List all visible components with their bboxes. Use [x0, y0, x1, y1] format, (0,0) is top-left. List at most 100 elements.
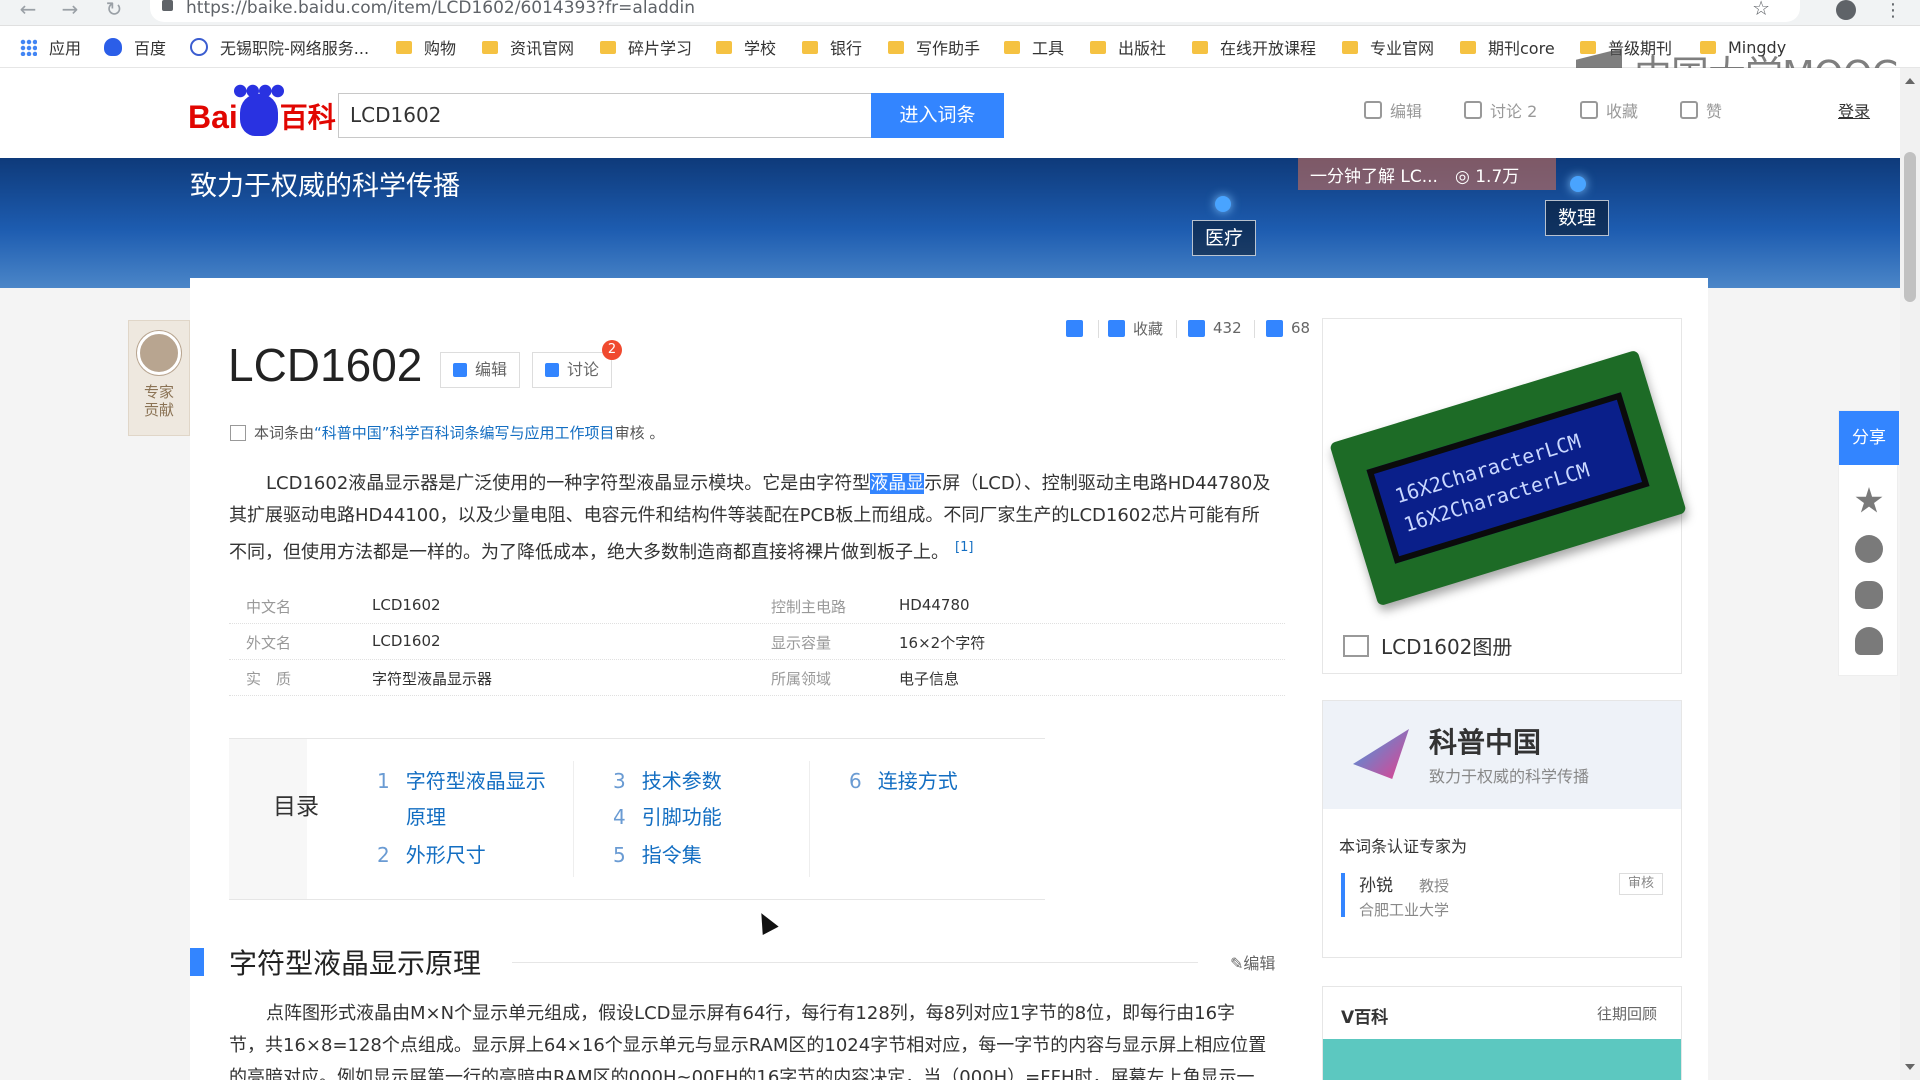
bookmark-wuxi[interactable]: 无锡职院-网络服务... — [190, 36, 369, 58]
bookmark-folder[interactable]: 工具 — [1004, 36, 1064, 58]
back-icon[interactable]: ← — [14, 0, 42, 22]
add-icon-button[interactable] — [1066, 316, 1091, 340]
scrollbar[interactable] — [1900, 68, 1920, 1080]
bookmark-star-icon[interactable]: ☆ — [1752, 0, 1770, 20]
folder-icon — [888, 40, 904, 54]
table-of-contents: 目录 1 字符型液晶显示 原理 2 外形尺寸 3 技术参数 4 引脚功能 5 指令集 6连… — [229, 738, 1045, 900]
bookmark-folder[interactable]: 写作助手 — [888, 36, 980, 58]
folder-icon — [1090, 40, 1106, 54]
toc-item[interactable]: 原理 — [406, 801, 446, 830]
folder-icon — [1192, 40, 1208, 54]
review-project-link[interactable]: “科普中国”科学百科词条编写与应用工作项目 — [314, 422, 615, 443]
wechat-icon[interactable] — [1855, 581, 1883, 609]
folder-icon — [396, 40, 412, 54]
header-favorite-button[interactable]: 收藏 — [1580, 98, 1638, 122]
comment-icon — [545, 363, 559, 377]
account-icon[interactable] — [1836, 0, 1856, 20]
folder-icon — [600, 40, 616, 54]
address-bar[interactable]: https://baike.baidu.com/item/LCD1602/601… — [150, 0, 1800, 22]
search-button[interactable]: 进入词条 — [871, 93, 1004, 138]
forward-icon[interactable]: → — [56, 0, 84, 22]
baike-header: Bai 百科 LCD1602 进入词条 编辑 讨论 2 收藏 赞 登录 — [0, 68, 1920, 158]
section-marker — [190, 948, 204, 976]
category-tag[interactable]: 医疗 — [1192, 220, 1257, 256]
star-icon — [1108, 319, 1125, 337]
bookmark-baidu[interactable]: 百度 — [104, 36, 166, 58]
scroll-thumb[interactable] — [1904, 152, 1916, 302]
bookmark-folder[interactable]: 出版社 — [1090, 36, 1166, 58]
search-input[interactable]: LCD1602 — [338, 93, 872, 138]
weibo-icon[interactable] — [1855, 535, 1883, 563]
divider — [1254, 320, 1255, 338]
login-link[interactable]: 登录 — [1838, 98, 1870, 122]
bookmark-folder[interactable]: 专业官网 — [1342, 36, 1434, 58]
folder-icon — [1342, 40, 1358, 54]
expert-name[interactable]: 孙锐 — [1359, 871, 1393, 896]
expert-icon — [137, 331, 181, 375]
baidu-paw-icon — [233, 84, 284, 136]
like-button[interactable]: 432 — [1188, 316, 1242, 340]
toc-item[interactable]: 2 外形尺寸 — [377, 839, 486, 868]
discuss-button[interactable]: 讨论 — [532, 352, 613, 388]
expert-badge-label: 专家 贡献 — [143, 383, 174, 419]
document-icon — [230, 424, 246, 441]
browser-menu-icon[interactable]: ⋮ — [1884, 0, 1902, 21]
bookmark-folder[interactable]: 购物 — [396, 36, 456, 58]
bookmark-folder[interactable]: 学校 — [716, 36, 776, 58]
toc-item[interactable]: 3 技术参数 — [613, 765, 722, 794]
baike-logo[interactable]: Bai 百科 — [188, 84, 336, 136]
apps-grid-icon — [20, 38, 37, 56]
info-row: 中文名 LCD1602 控制主电路 HD44780 — [229, 588, 1285, 624]
header-like-button[interactable]: 赞 — [1680, 98, 1722, 122]
toc-item[interactable]: 1 字符型液晶显示 — [377, 765, 546, 794]
folder-icon — [482, 40, 498, 54]
review-badge: 审核 — [1619, 873, 1663, 895]
toc-item[interactable]: 5 指令集 — [613, 839, 702, 868]
section-title: 字符型液晶显示原理 — [229, 947, 482, 980]
favorite-button[interactable]: 收藏 — [1108, 316, 1163, 340]
plus-icon — [1066, 319, 1083, 337]
vbaike-thumbnail[interactable] — [1323, 1039, 1681, 1080]
reload-icon[interactable]: ↻ — [100, 0, 128, 22]
scroll-up-icon[interactable] — [1905, 78, 1915, 84]
divider — [809, 761, 810, 877]
section-edit-button[interactable]: ✎编辑 — [1230, 950, 1275, 974]
eye-icon: ◎ — [1454, 167, 1470, 187]
edit-button[interactable]: 编辑 — [440, 352, 521, 388]
album-card[interactable]: 16X2CharacterLCM 16X2CharacterLCM LCD160… — [1322, 318, 1687, 674]
expert-contribution-badge[interactable]: 专家 贡献 — [128, 320, 190, 436]
star-icon — [1580, 101, 1598, 119]
bookmark-folder[interactable]: 期刊core — [1460, 36, 1555, 58]
toc-item[interactable]: 4 引脚功能 — [613, 801, 722, 830]
reference-link[interactable]: [1] — [955, 540, 973, 555]
kepu-logo-icon — [1353, 729, 1409, 779]
bookmark-folder[interactable]: 银行 — [802, 36, 862, 58]
qq-icon[interactable] — [1855, 627, 1883, 655]
folder-icon — [802, 40, 818, 54]
folder-icon — [1004, 40, 1020, 54]
album-caption[interactable]: LCD1602图册 — [1343, 631, 1512, 660]
bookmark-folder[interactable]: 在线开放课程 — [1192, 36, 1316, 58]
banner-video-tag[interactable]: 一分钟了解 LC... ◎ 1.7万 — [1298, 158, 1556, 190]
vbaike-more-link[interactable]: 往期回顾 — [1597, 1003, 1657, 1024]
bookmark-folder[interactable]: 碎片学习 — [600, 36, 692, 58]
bubble-dot — [1570, 176, 1586, 192]
review-note: 本词条由 “科普中国”科学百科词条编写与应用工作项目 审核 。 — [230, 422, 664, 443]
category-tag[interactable]: 数理 — [1545, 200, 1610, 236]
info-row: 实 质 字符型液晶显示器 所属领域 电子信息 — [229, 660, 1285, 696]
url-text[interactable]: https://baike.baidu.com/item/LCD1602/601… — [186, 0, 695, 18]
folder-icon — [716, 40, 732, 54]
header-edit-button[interactable]: 编辑 — [1364, 98, 1422, 122]
scroll-down-icon[interactable] — [1905, 1064, 1915, 1070]
lock-icon — [162, 0, 173, 11]
share-icon — [1266, 319, 1283, 337]
toc-item[interactable]: 6 连接方式 — [849, 765, 958, 794]
bookmark-apps[interactable]: 应用 — [20, 36, 81, 58]
share-button[interactable]: 分享 — [1839, 411, 1899, 465]
bookmark-folder[interactable]: 资讯官网 — [482, 36, 574, 58]
star-icon[interactable] — [1855, 487, 1883, 513]
browser-toolbar: ← → ↻ https://baike.baidu.com/item/LCD16… — [0, 0, 1920, 26]
header-discuss-button[interactable]: 讨论 2 — [1464, 98, 1537, 122]
share-count-button[interactable]: 68 — [1266, 316, 1310, 340]
lcd-screen: 16X2CharacterLCM 16X2CharacterLCM — [1366, 392, 1650, 564]
